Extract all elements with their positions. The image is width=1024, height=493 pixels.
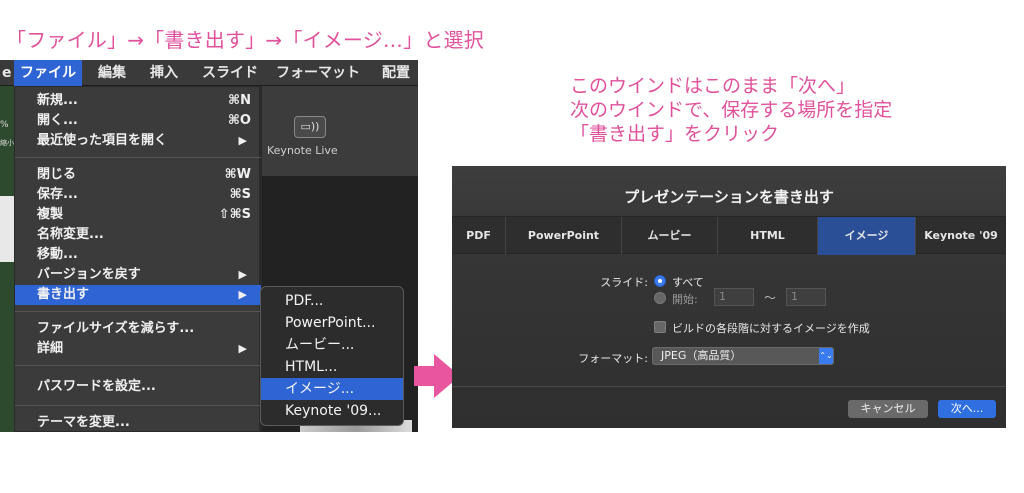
menu-separator xyxy=(15,311,261,312)
submenu-item-image[interactable]: イメージ... xyxy=(261,378,403,400)
menubar-item-insert[interactable]: 挿入 xyxy=(144,60,184,86)
submenu-item-html[interactable]: HTML... xyxy=(261,356,403,378)
build-stages-label: ビルドの各段階に対するイメージを作成 xyxy=(672,322,870,335)
shortcut: ⌘N xyxy=(228,93,251,108)
dialog-title: プレゼンテーションを書き出す xyxy=(624,188,834,206)
zoom-text: % xyxy=(0,120,9,130)
menu-item-open[interactable]: 開く... ⌘O xyxy=(15,111,261,131)
slides-label: スライド: xyxy=(600,276,648,289)
shortcut: ⌘S xyxy=(229,187,251,202)
chevron-right-icon: ▶ xyxy=(238,288,247,301)
to-field[interactable]: 1 xyxy=(786,288,826,306)
menu-separator xyxy=(15,365,261,366)
menu-item-save[interactable]: 保存... ⌘S xyxy=(15,185,261,205)
chevron-updown-icon: ⌃⌄ xyxy=(819,348,833,364)
menubar-item-format[interactable]: フォーマット xyxy=(270,60,366,86)
menubar-item-slide[interactable]: スライド xyxy=(196,60,264,86)
submenu-item-movie[interactable]: ムービー... xyxy=(261,334,403,356)
menubar-item-edit[interactable]: 編集 xyxy=(92,60,132,86)
keynote-live-icon[interactable]: ▭)) xyxy=(294,116,326,138)
format-label: フォーマット: xyxy=(578,352,648,365)
menu-item-set-password[interactable]: パスワードを設定... xyxy=(15,377,261,397)
tab-keynote09[interactable]: Keynote '09 xyxy=(916,217,1006,255)
instructions: このウインドはこのまま「次へ」 次のウインドで、保存する場所を指定 「書き出す」… xyxy=(570,74,892,146)
format-select[interactable]: JPEG（高品質） ⌃⌄ xyxy=(652,347,834,365)
menubar-item-arrange[interactable]: 配置 xyxy=(376,60,416,86)
export-submenu: PDF... PowerPoint... ムービー... HTML... イメー… xyxy=(260,286,404,426)
option-from-label: 開始: xyxy=(672,293,698,306)
menu-separator xyxy=(15,405,261,406)
menu-screenshot: e ファイル 編集 挿入 スライド フォーマット 配置 % 縮小 ▭)) Key… xyxy=(0,60,418,432)
menu-item-reduce-size[interactable]: ファイルサイズを減らす... xyxy=(15,319,261,339)
menu-item-move[interactable]: 移動... xyxy=(15,245,261,265)
submenu-item-powerpoint[interactable]: PowerPoint... xyxy=(261,312,403,334)
menu-item-change-theme[interactable]: テーマを変更... xyxy=(15,413,261,432)
menu-separator xyxy=(15,157,261,158)
tab-html[interactable]: HTML xyxy=(718,217,818,255)
slide-thumbnail xyxy=(0,196,14,262)
menu-item-close[interactable]: 閉じる ⌘W xyxy=(15,165,261,185)
menubar: e ファイル 編集 挿入 スライド フォーマット 配置 xyxy=(0,60,418,86)
range-separator: 〜 xyxy=(764,291,777,305)
menu-item-duplicate[interactable]: 複製 ⇧⌘S xyxy=(15,205,261,225)
instruction-line: 次のウインドで、保存する場所を指定 xyxy=(570,99,893,121)
menu-item-new[interactable]: 新規... ⌘N xyxy=(15,91,261,111)
next-button[interactable]: 次へ... xyxy=(938,400,996,418)
file-menu: 新規... ⌘N 開く... ⌘O 最近使った項目を開く ▶ 閉じる ⌘W 保存... ⌘… xyxy=(14,86,261,432)
tab-powerpoint[interactable]: PowerPoint xyxy=(506,217,622,255)
shortcut: ⌘W xyxy=(224,167,251,182)
format-tabs: PDF PowerPoint ムービー HTML イメージ Keynote '0… xyxy=(452,216,1006,255)
tab-pdf[interactable]: PDF xyxy=(452,217,506,255)
menu-item-advanced[interactable]: 詳細 ▶ xyxy=(15,339,261,359)
menu-item-export[interactable]: 書き出す ▶ xyxy=(15,285,261,305)
format-value: JPEG（高品質） xyxy=(661,349,742,362)
chevron-right-icon: ▶ xyxy=(238,342,247,355)
build-stages-checkbox[interactable] xyxy=(654,321,666,333)
radio-all[interactable] xyxy=(654,275,666,287)
radio-from[interactable] xyxy=(654,292,666,304)
menu-item-open-recent[interactable]: 最近使った項目を開く ▶ xyxy=(15,131,261,151)
tab-movie[interactable]: ムービー xyxy=(622,217,718,255)
dialog-separator xyxy=(452,386,1006,387)
cancel-button[interactable]: キャンセル xyxy=(848,400,928,418)
shortcut: ⌘O xyxy=(227,113,251,128)
shortcut: ⇧⌘S xyxy=(218,207,251,222)
keynote-live-label: Keynote Live xyxy=(267,144,338,157)
menubar-item-file[interactable]: ファイル xyxy=(14,60,82,86)
chevron-right-icon: ▶ xyxy=(238,134,247,147)
from-field[interactable]: 1 xyxy=(714,288,754,306)
tab-image[interactable]: イメージ xyxy=(818,217,916,255)
option-all-label: すべて xyxy=(672,276,704,289)
submenu-item-pdf[interactable]: PDF... xyxy=(261,290,403,312)
submenu-item-keynote09[interactable]: Keynote '09... xyxy=(261,400,403,422)
zoom-sub-text: 縮小 xyxy=(0,139,14,147)
app-toolbar xyxy=(262,86,418,176)
step-title: 「ファイル」→「書き出す」→「イメージ…」と選択 xyxy=(6,28,484,52)
instruction-line: 「書き出す」をクリック xyxy=(570,123,780,145)
app-sidebar: % 縮小 xyxy=(0,86,14,432)
instruction-line: このウインドはこのまま「次へ」 xyxy=(570,75,856,97)
export-dialog: プレゼンテーションを書き出す PDF PowerPoint ムービー HTML … xyxy=(452,166,1006,428)
menu-item-revert[interactable]: バージョンを戻す ▶ xyxy=(15,265,261,285)
chevron-right-icon: ▶ xyxy=(238,268,247,281)
menu-item-rename[interactable]: 名称変更... xyxy=(15,225,261,245)
